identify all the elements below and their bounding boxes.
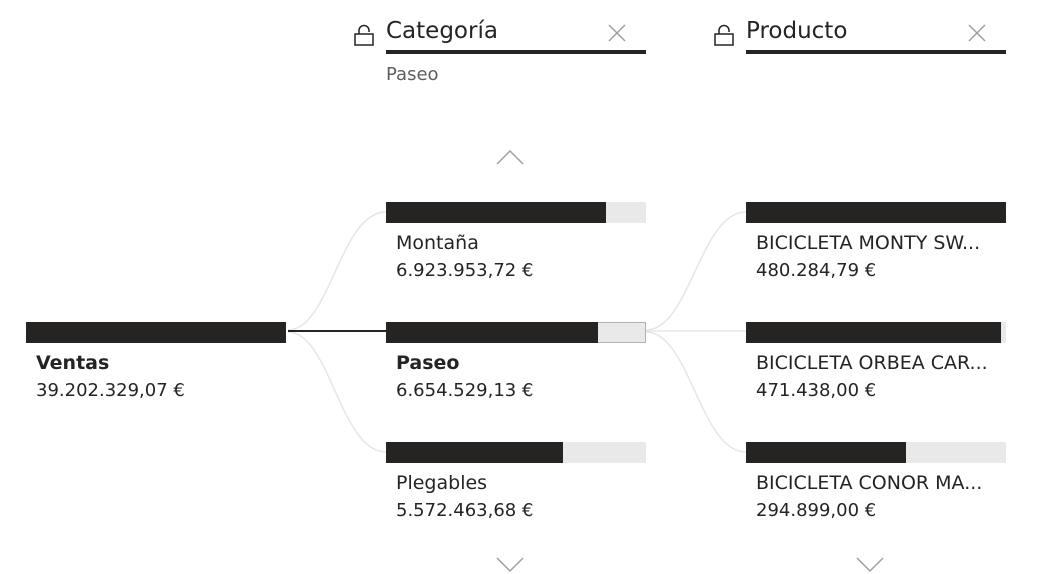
root-bar-track [26, 322, 286, 343]
node-bar-track [386, 322, 646, 343]
connector-root-plegables [287, 331, 387, 453]
node-label: Paseo [396, 352, 460, 374]
node-bar [746, 202, 1006, 223]
node-bar [386, 322, 598, 343]
node-bar [386, 442, 564, 463]
chevron-down-icon[interactable] [495, 556, 525, 574]
connector-paseo-product-1 [645, 211, 747, 331]
root-value: 39.202.329,07 € [36, 380, 185, 401]
root-label: Ventas [36, 352, 110, 374]
node-bar-track [746, 202, 1006, 223]
connector-root-montana [287, 211, 387, 331]
close-icon[interactable] [966, 22, 988, 44]
lock-icon[interactable] [354, 24, 374, 46]
producto-underline [746, 50, 1006, 54]
root-bar [26, 322, 286, 343]
node-label: BICICLETA MONTY SW... [756, 232, 981, 254]
connector-paseo-product-3 [645, 331, 747, 453]
node-label: BICICLETA ORBEA CAR... [756, 352, 988, 374]
producto-column-header: Producto [714, 16, 1006, 56]
node-value: 294.899,00 € [756, 500, 877, 521]
node-value: 6.923.953,72 € [396, 260, 534, 281]
node-value: 6.654.529,13 € [396, 380, 534, 401]
node-bar [746, 442, 906, 463]
producto-title: Producto [746, 18, 848, 44]
lock-icon[interactable] [714, 24, 734, 46]
node-value: 5.572.463,68 € [396, 500, 534, 521]
categoria-title: Categoría [386, 18, 498, 44]
node-value: 471.438,00 € [756, 380, 877, 401]
chevron-up-icon[interactable] [495, 148, 525, 166]
node-label: Montaña [396, 232, 479, 254]
node-label: Plegables [396, 472, 488, 494]
node-bar-track [386, 202, 646, 223]
node-bar [746, 322, 1002, 343]
chevron-down-icon[interactable] [855, 556, 885, 574]
categoria-selected-label: Paseo [386, 64, 439, 85]
node-bar [386, 202, 607, 223]
categoria-underline [386, 50, 646, 54]
close-icon[interactable] [606, 22, 628, 44]
node-bar-track [386, 442, 646, 463]
node-bar-track [746, 322, 1006, 343]
node-bar-track [746, 442, 1006, 463]
node-label: BICICLETA CONOR MA... [756, 472, 983, 494]
categoria-column-header: Categoría [354, 16, 646, 56]
node-value: 480.284,79 € [756, 260, 877, 281]
